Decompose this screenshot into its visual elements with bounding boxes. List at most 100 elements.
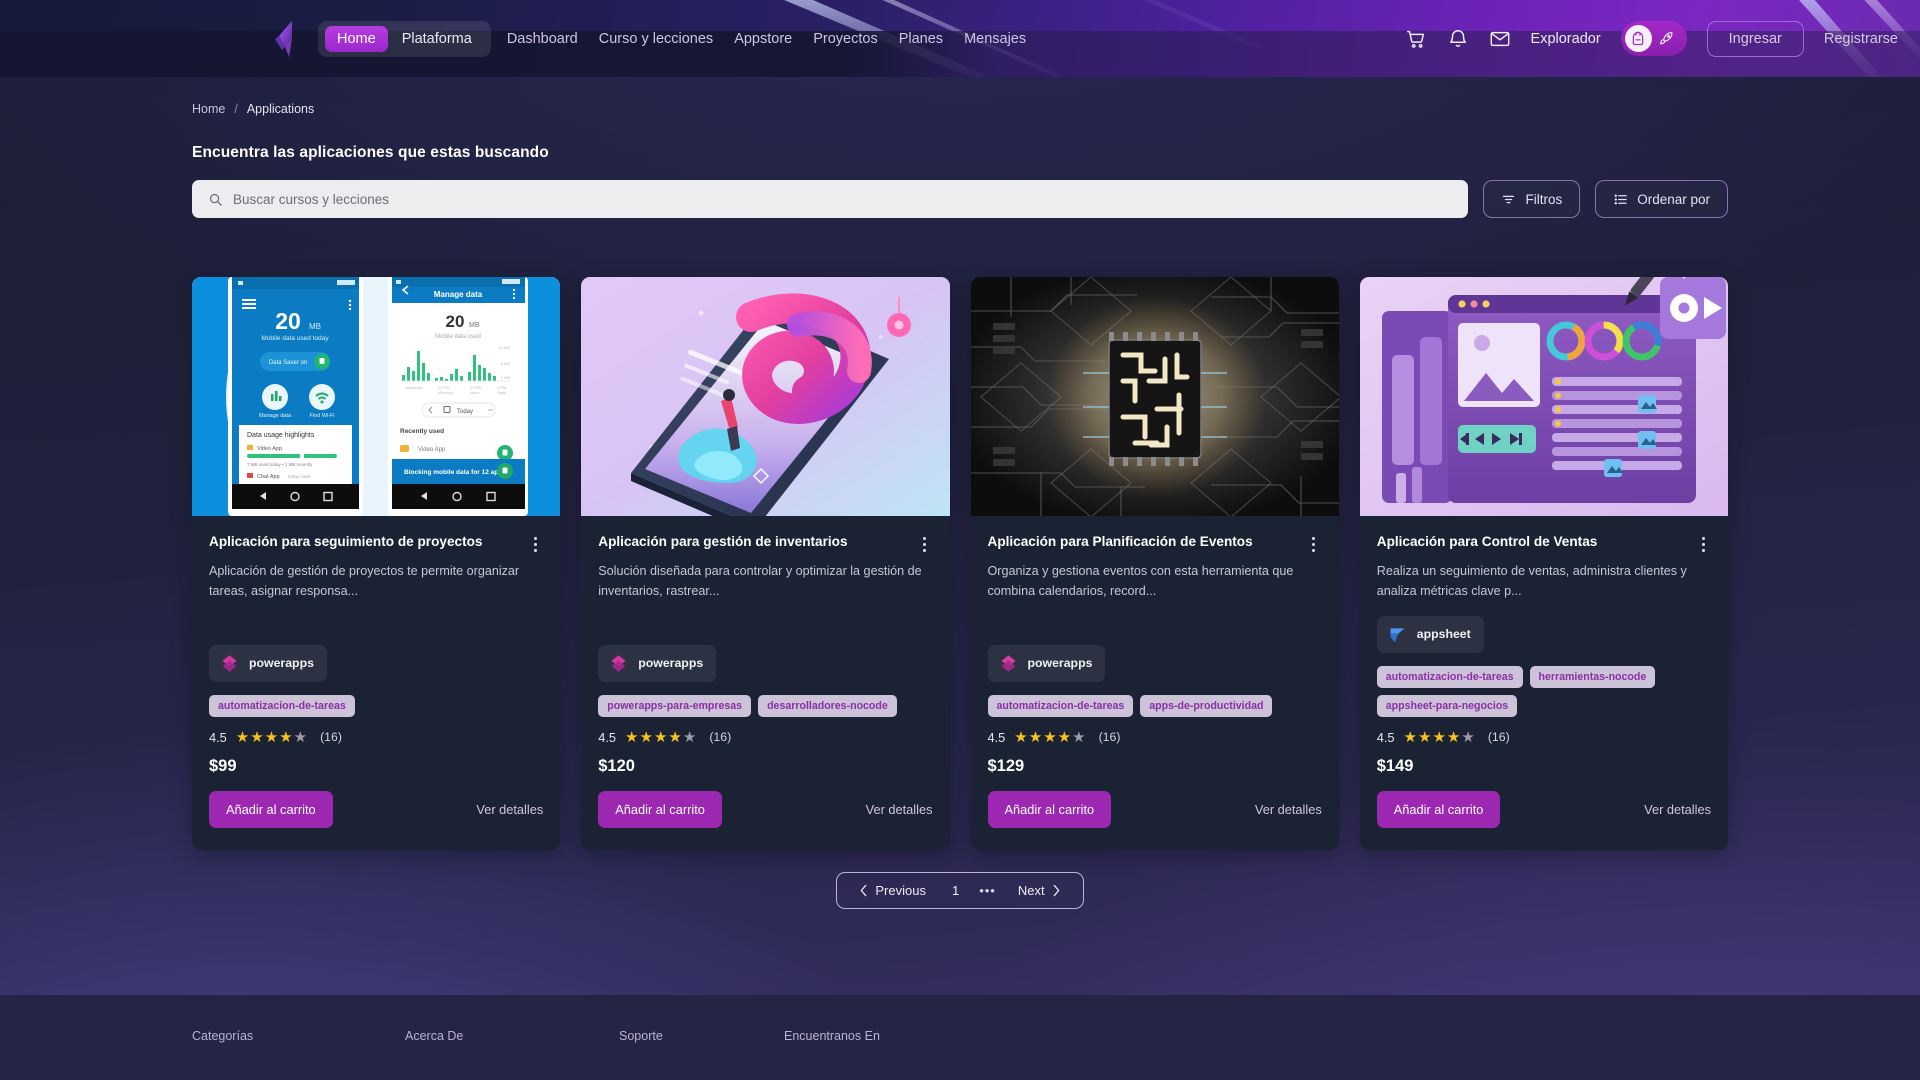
svg-text:Noon: Noon: [470, 390, 480, 395]
svg-text:Data Saver on: Data Saver on: [269, 360, 307, 366]
vendor-badge[interactable]: powerapps: [987, 644, 1106, 682]
sort-button[interactable]: Ordenar por: [1595, 180, 1728, 218]
add-to-cart-button[interactable]: Añadir al carrito: [1376, 790, 1501, 828]
search-and-controls-row: Buscar cursos y lecciones Filtros Ordena…: [192, 180, 1728, 218]
tag-list: automatizacion-de-tareas apps-de-product…: [987, 694, 1322, 717]
vendor-badge[interactable]: appsheet: [1376, 615, 1484, 653]
search-input[interactable]: Buscar cursos y lecciones: [192, 180, 1469, 218]
svg-text:7 MB used today • 2 MB recen: 7 MB used today • 2 MB recently: [247, 462, 313, 467]
app-card[interactable]: 20 MB Mobile data used today Data Saver …: [192, 277, 561, 850]
sort-list-icon: [1613, 192, 1628, 207]
vendor-name: powerapps: [249, 656, 314, 671]
view-details-link[interactable]: Ver detalles: [1255, 802, 1322, 817]
svg-text:MB: MB: [309, 322, 321, 331]
bell-icon[interactable]: [1447, 28, 1469, 50]
svg-text:Chat App: Chat App: [257, 474, 280, 480]
previous-page-button[interactable]: Previous: [845, 883, 940, 898]
mode-toggle[interactable]: [1620, 21, 1687, 56]
app-card[interactable]: Aplicación para Control de Ventas Realiz…: [1359, 277, 1728, 850]
login-button[interactable]: Ingresar: [1706, 20, 1804, 57]
breadcrumb-home[interactable]: Home: [192, 102, 225, 116]
kebab-menu-icon[interactable]: [1695, 534, 1711, 552]
next-page-button[interactable]: Next: [1004, 883, 1075, 898]
tag-list: automatizacion-de-tareas herramientas-no…: [1376, 665, 1711, 717]
svg-text:Data usage highlights: Data usage highlights: [247, 432, 315, 439]
svg-text:Today: Today: [457, 409, 473, 415]
add-to-cart-button[interactable]: Añadir al carrito: [598, 790, 722, 828]
view-details-link[interactable]: Ver detalles: [1644, 802, 1711, 817]
brand-logo-icon[interactable]: [268, 19, 302, 59]
app-card[interactable]: Aplicación para gestión de inventarios S…: [581, 277, 950, 850]
nav-link-planes[interactable]: Planes: [899, 31, 943, 47]
footer-column-soporte[interactable]: Soporte: [619, 1029, 784, 1043]
add-to-cart-button[interactable]: Añadir al carrito: [209, 790, 333, 828]
footer-column-acerca-de[interactable]: Acerca De: [405, 1029, 619, 1043]
svg-text:Video App: Video App: [418, 447, 446, 453]
pagination: Previous 1 ••• Next: [192, 871, 1728, 909]
svg-text:Manage data: Manage data: [434, 290, 483, 299]
filters-label: Filtros: [1525, 191, 1563, 207]
svg-text:Night: Night: [497, 390, 507, 395]
filters-button[interactable]: Filtros: [1483, 180, 1581, 218]
svg-text:MB: MB: [469, 322, 480, 329]
page-number-1[interactable]: 1: [940, 883, 971, 898]
kebab-menu-icon[interactable]: [917, 534, 933, 552]
cart-icon[interactable]: [1405, 28, 1427, 50]
price: $149: [1376, 756, 1414, 775]
footer-column-categorias[interactable]: Categorías: [192, 1029, 405, 1043]
view-details-link[interactable]: Ver detalles: [866, 802, 933, 817]
card-title: Aplicación para gestión de inventarios: [598, 534, 848, 549]
tag[interactable]: automatizacion-de-tareas: [987, 694, 1134, 717]
explorador-label[interactable]: Explorador: [1531, 31, 1601, 47]
app-card[interactable]: Aplicación para Planificación de Eventos…: [970, 277, 1339, 850]
tag[interactable]: desarrolladores-nocode: [758, 694, 897, 717]
rating-value: 4.5: [598, 729, 617, 745]
vendor-name: powerapps: [1027, 656, 1093, 671]
view-details-link[interactable]: Ver detalles: [476, 802, 543, 817]
rocket-icon[interactable]: [1654, 26, 1680, 52]
mail-icon[interactable]: [1489, 28, 1511, 50]
price: $120: [598, 756, 635, 775]
card-description: Realiza un seguimiento de ventas, admini…: [1376, 564, 1687, 598]
tag[interactable]: herramientas-nocode: [1529, 665, 1656, 688]
nav-link-mensajes[interactable]: Mensajes: [964, 31, 1026, 47]
backpack-icon[interactable]: [1624, 25, 1652, 52]
register-link[interactable]: Registrarse: [1824, 31, 1898, 47]
price: $129: [987, 756, 1025, 775]
add-to-cart-button[interactable]: Añadir al carrito: [987, 790, 1112, 828]
page-main: Home / Applications Encuentra las aplica…: [0, 77, 1920, 909]
nav-link-curso-y-lecciones[interactable]: Curso y lecciones: [599, 31, 713, 47]
main-nav-links: Dashboard Curso y lecciones Appstore Pro…: [507, 31, 1026, 47]
powerapps-icon: [219, 653, 240, 674]
tag-list: automatizacion-de-tareas: [209, 694, 543, 717]
nav-link-appstore[interactable]: Appstore: [734, 31, 792, 47]
rating-count: (16): [1098, 730, 1121, 745]
isometric-phone-illustration: [581, 277, 950, 516]
pagination-ellipsis[interactable]: •••: [971, 883, 1004, 898]
svg-text:Blocking mobile data for 12 ap: Blocking mobile data for 12 apps: [404, 469, 506, 476]
switch-option-plataforma[interactable]: Plataforma: [390, 26, 484, 52]
nav-link-dashboard[interactable]: Dashboard: [507, 31, 578, 47]
switch-option-home[interactable]: Home: [325, 25, 388, 52]
vendor-name: powerapps: [638, 656, 704, 671]
nav-link-proyectos[interactable]: Proyectos: [813, 31, 877, 47]
rating: 4.5 ★ ★ ★ ★ ★ (16): [988, 730, 1322, 745]
tag[interactable]: powerapps-para-empresas: [598, 694, 752, 717]
footer-column-encuentranos-en[interactable]: Encuentranos En: [784, 1029, 880, 1043]
home-platform-switch[interactable]: Home Plataforma: [318, 20, 491, 57]
page-title: Encuentra las aplicaciones que estas bus…: [192, 144, 549, 161]
star-rating-icons: ★ ★ ★ ★ ★: [1403, 728, 1475, 746]
card-title: Aplicación para Control de Ventas: [1376, 534, 1598, 549]
svg-text:Morning: Morning: [438, 390, 452, 395]
kebab-menu-icon[interactable]: [1306, 534, 1322, 552]
svg-text:Mobile data used: Mobile data used: [435, 334, 481, 340]
tag[interactable]: appsheet-para-negocios: [1376, 694, 1518, 717]
vendor-badge[interactable]: powerapps: [598, 644, 717, 682]
tag[interactable]: automatizacion-de-tareas: [1376, 665, 1523, 688]
star-rating-icons: ★ ★ ★ ★ ★: [625, 728, 697, 746]
rating: 4.5 ★ ★ ★ ★ ★ (16): [598, 730, 932, 745]
tag[interactable]: apps-de-productividad: [1140, 694, 1273, 717]
tag[interactable]: automatizacion-de-tareas: [209, 694, 355, 717]
kebab-menu-icon[interactable]: [527, 534, 543, 552]
vendor-badge[interactable]: powerapps: [209, 644, 327, 682]
